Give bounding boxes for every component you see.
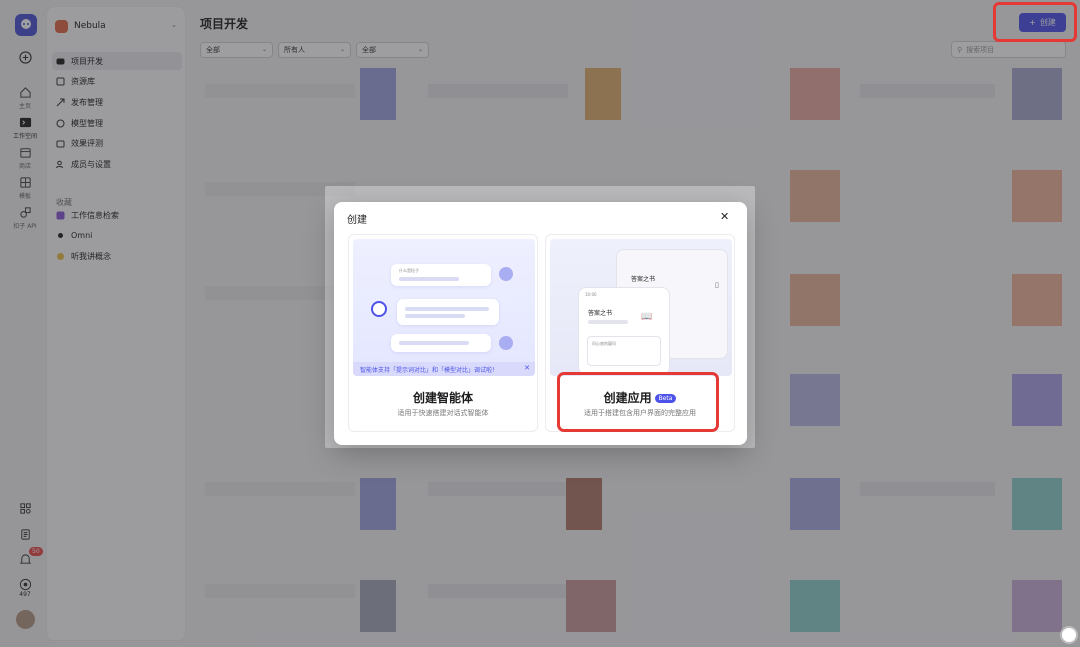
bubble-text: 什么是粒子 — [399, 268, 419, 273]
user-avatar-icon — [499, 336, 513, 350]
phone-title: 答案之书 — [588, 310, 613, 317]
dialog-title: 创建 — [347, 215, 367, 226]
close-icon[interactable]: ✕ — [524, 364, 530, 372]
phone-preview: 10:00 答案之书 📖 问心底的疑问 — [578, 287, 670, 375]
app-window-title: 答案之书 — [631, 276, 656, 283]
agent-illustration: 什么是粒子 智能体支持「提示词对比」和「模型对比」调试啦！ ✕ — [353, 239, 535, 376]
floating-help-button[interactable] — [1060, 626, 1078, 644]
user-avatar-icon — [499, 267, 513, 281]
phone-input: 问心底的疑问 — [587, 336, 661, 366]
chat-bubble — [391, 334, 491, 352]
card-title: 创建智能体 — [412, 391, 473, 405]
book-icon: 📖 — [641, 312, 653, 322]
close-icon[interactable]: ✕ — [720, 210, 729, 223]
book-icon: ▯ — [715, 281, 719, 289]
feature-banner: 智能体支持「提示词对比」和「模型对比」调试啦！ ✕ — [353, 362, 535, 376]
chat-bubble — [397, 299, 499, 325]
phone-input-placeholder: 问心底的疑问 — [592, 341, 616, 346]
annotation-highlight — [993, 2, 1077, 42]
annotation-highlight — [557, 372, 719, 432]
create-agent-card[interactable]: 什么是粒子 智能体支持「提示词对比」和「模型对比」调试啦！ ✕ 创建智能体 适用… — [348, 234, 538, 432]
card-description: 适用于快速搭建对话式智能体 — [397, 409, 489, 417]
app-illustration: 答案之书 ▯ 10:00 答案之书 📖 问心底的疑问 — [550, 239, 732, 376]
phone-time: 10:00 — [585, 292, 597, 297]
bot-avatar-icon — [371, 301, 387, 317]
banner-text: 智能体支持「提示词对比」和「模型对比」调试啦！ — [360, 366, 499, 374]
chat-bubble: 什么是粒子 — [391, 264, 491, 286]
